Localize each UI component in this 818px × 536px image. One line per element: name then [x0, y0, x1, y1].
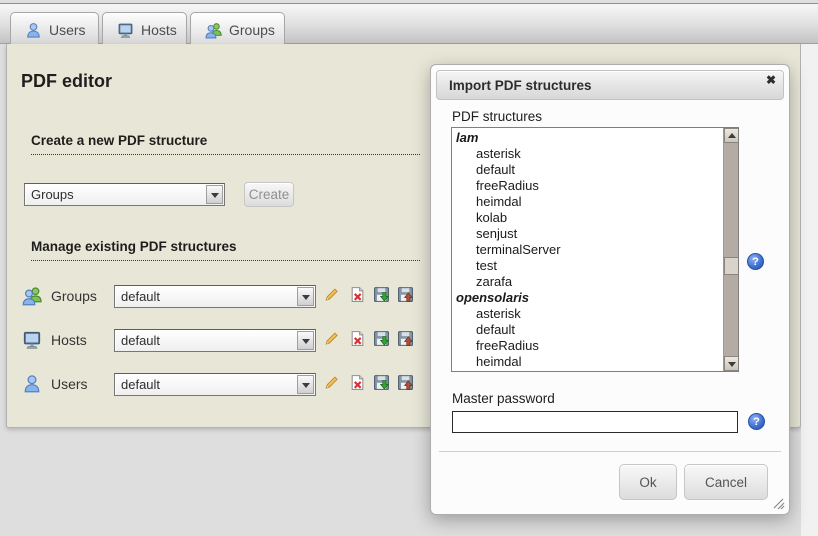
structure-type-select[interactable]: Groups: [24, 183, 225, 206]
delete-structure-button[interactable]: [348, 286, 366, 306]
tab-hosts-label: Hosts: [141, 22, 177, 38]
pdf-structures-listbox[interactable]: lam asterisk default freeRadius heimdal …: [451, 127, 739, 372]
pdf-structures-label: PDF structures: [452, 109, 542, 124]
scroll-down-icon[interactable]: [724, 356, 739, 371]
list-item[interactable]: kolab: [452, 370, 722, 372]
list-item[interactable]: test: [452, 258, 722, 274]
group-icon: [22, 286, 42, 306]
screen: Users Hosts Groups PDF editor Create a n…: [0, 0, 818, 536]
dialog-divider: [439, 451, 781, 452]
list-item[interactable]: default: [452, 322, 722, 338]
disk-export-icon: [373, 330, 390, 347]
ok-button[interactable]: Ok: [619, 464, 677, 500]
users-structure-select-value: default: [121, 377, 160, 392]
delete-structure-button[interactable]: [348, 330, 366, 350]
help-icon[interactable]: ?: [747, 253, 764, 270]
export-structure-button[interactable]: [372, 286, 390, 306]
import-structure-button[interactable]: [396, 374, 414, 394]
list-item[interactable]: asterisk: [452, 306, 722, 322]
chevron-down-icon[interactable]: [206, 185, 223, 204]
row-label-hosts: Hosts: [51, 329, 87, 352]
chevron-down-icon[interactable]: [297, 287, 314, 306]
cancel-button[interactable]: Cancel: [684, 464, 768, 500]
import-structure-button[interactable]: [396, 330, 414, 350]
dialog-title: Import PDF structures: [437, 78, 592, 93]
tab-bar: Users Hosts Groups: [0, 5, 818, 44]
disk-import-icon: [397, 374, 414, 391]
chevron-down-icon[interactable]: [297, 331, 314, 350]
groups-structure-select[interactable]: default: [114, 285, 316, 308]
edit-structure-button[interactable]: [322, 374, 340, 394]
create-button[interactable]: Create: [244, 182, 294, 207]
close-icon[interactable]: ✖: [762, 71, 780, 89]
list-item[interactable]: kolab: [452, 210, 722, 226]
tab-groups-label: Groups: [229, 22, 275, 38]
edit-structure-button[interactable]: [322, 330, 340, 350]
page-title: PDF editor: [21, 71, 112, 92]
hosts-structure-select-value: default: [121, 333, 160, 348]
disk-import-icon: [397, 330, 414, 347]
pencil-icon: [323, 286, 340, 303]
tab-users-label: Users: [49, 22, 86, 38]
listbox-scrollbar[interactable]: [723, 128, 738, 371]
group-icon: [205, 22, 222, 39]
create-section-heading: Create a new PDF structure: [31, 133, 420, 155]
pencil-icon: [323, 374, 340, 391]
right-margin-strip: [801, 44, 818, 536]
list-item[interactable]: senjust: [452, 226, 722, 242]
export-structure-button[interactable]: [372, 330, 390, 350]
host-icon: [22, 330, 42, 350]
pencil-icon: [323, 330, 340, 347]
row-label-groups: Groups: [51, 285, 97, 308]
delete-icon: [349, 330, 366, 347]
delete-icon: [349, 374, 366, 391]
user-icon: [22, 374, 42, 394]
list-group-header: lam: [452, 130, 722, 146]
row-label-users: Users: [51, 373, 88, 396]
list-group-header: opensolaris: [452, 290, 722, 306]
disk-import-icon: [397, 286, 414, 303]
export-structure-button[interactable]: [372, 374, 390, 394]
list-item[interactable]: default: [452, 162, 722, 178]
list-item[interactable]: freeRadius: [452, 178, 722, 194]
host-icon: [117, 22, 134, 39]
scroll-up-icon[interactable]: [724, 128, 739, 143]
listbox-items: lam asterisk default freeRadius heimdal …: [452, 130, 722, 372]
dialog-titlebar[interactable]: Import PDF structures: [436, 70, 784, 100]
list-item[interactable]: freeRadius: [452, 338, 722, 354]
tab-hosts[interactable]: Hosts: [102, 12, 187, 48]
tab-groups[interactable]: Groups: [190, 12, 285, 48]
user-icon: [25, 22, 42, 39]
scrollbar-thumb[interactable]: [724, 257, 739, 275]
users-structure-select[interactable]: default: [114, 373, 316, 396]
list-item[interactable]: zarafa: [452, 274, 722, 290]
list-item[interactable]: heimdal: [452, 354, 722, 370]
manage-section-heading: Manage existing PDF structures: [31, 239, 420, 261]
edit-structure-button[interactable]: [322, 286, 340, 306]
import-pdf-structures-dialog: Import PDF structures ✖ PDF structures l…: [430, 64, 790, 515]
structure-type-select-value: Groups: [31, 187, 74, 202]
hosts-structure-select[interactable]: default: [114, 329, 316, 352]
master-password-label: Master password: [452, 391, 555, 406]
list-item[interactable]: asterisk: [452, 146, 722, 162]
delete-structure-button[interactable]: [348, 374, 366, 394]
list-item[interactable]: heimdal: [452, 194, 722, 210]
master-password-input[interactable]: [452, 411, 738, 433]
import-structure-button[interactable]: [396, 286, 414, 306]
delete-icon: [349, 286, 366, 303]
chevron-down-icon[interactable]: [297, 375, 314, 394]
disk-export-icon: [373, 374, 390, 391]
resize-handle-icon[interactable]: [772, 497, 785, 510]
list-item[interactable]: terminalServer: [452, 242, 722, 258]
groups-structure-select-value: default: [121, 289, 160, 304]
tab-users[interactable]: Users: [10, 12, 99, 48]
disk-export-icon: [373, 286, 390, 303]
help-icon[interactable]: ?: [748, 413, 765, 430]
